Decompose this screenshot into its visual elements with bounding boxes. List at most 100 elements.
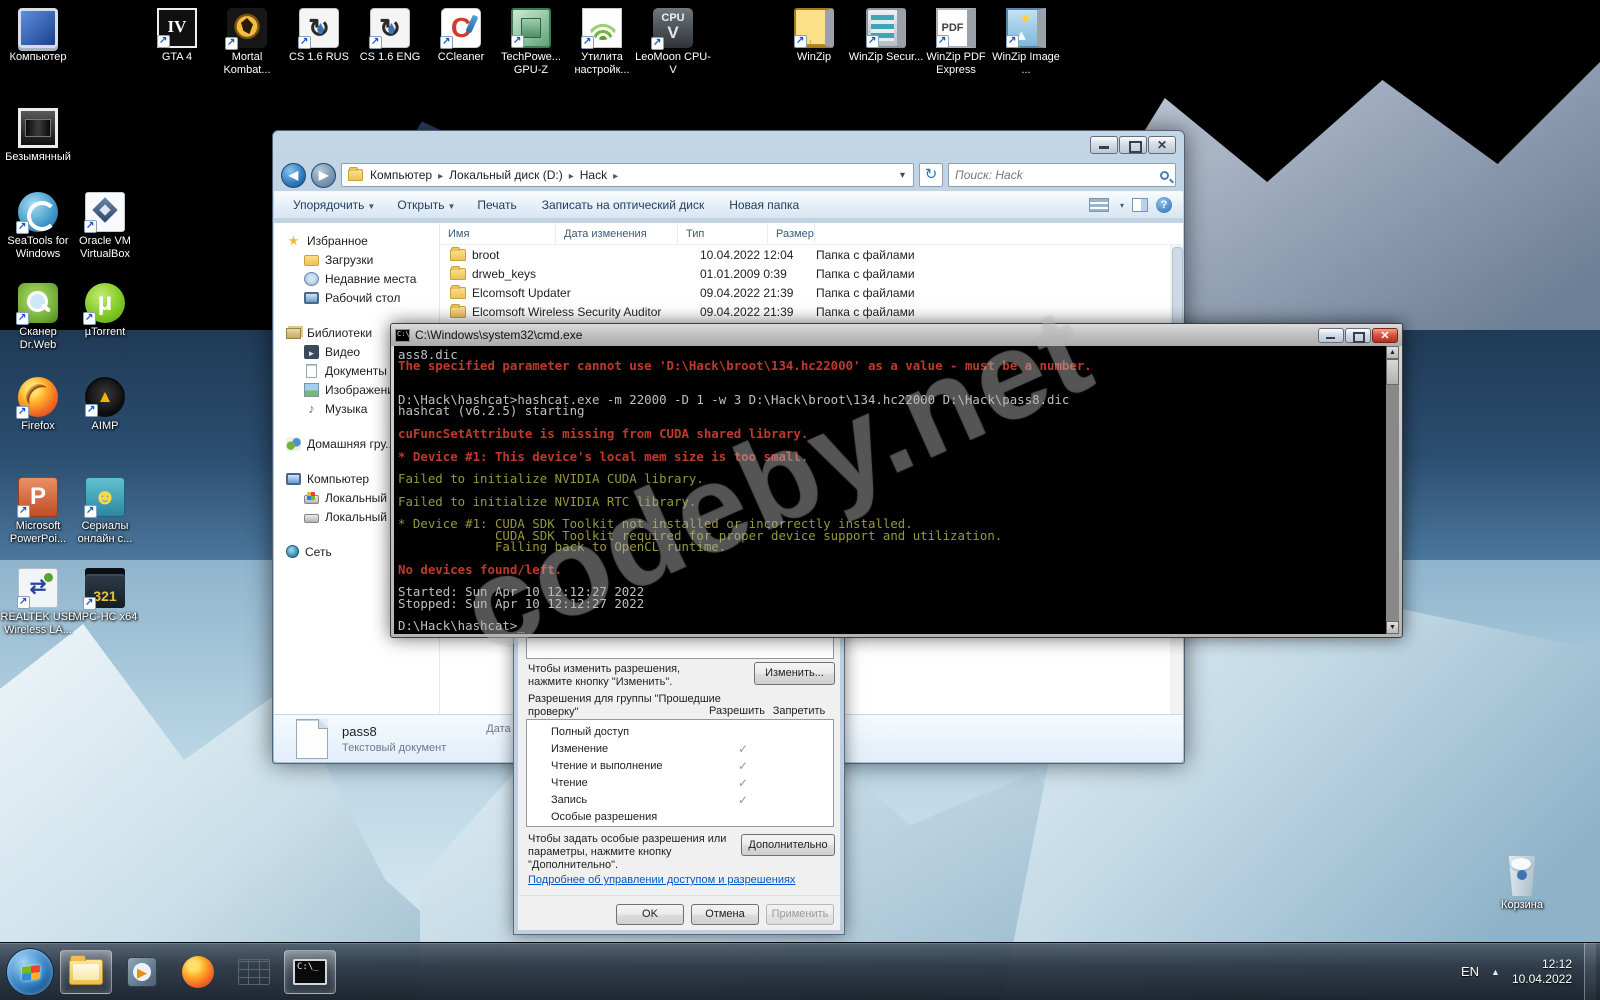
maximize-button[interactable] (1345, 327, 1371, 343)
desktop-icon[interactable]: WinZip PDF Express (918, 8, 994, 77)
back-button[interactable] (281, 162, 306, 188)
toolbar-button[interactable]: Печать (468, 195, 528, 215)
desktop-icon-label: AIMP (91, 420, 119, 432)
taskbar-explorer-button[interactable] (60, 949, 112, 994)
desktop-icon[interactable]: CCleaner (423, 8, 499, 64)
sidebar-item[interactable]: Избранное (274, 231, 439, 250)
cmd-titlebar[interactable]: C:\Windows\system32\cmd.exe (391, 324, 1402, 346)
file-row[interactable]: Elcomsoft Wireless Security Auditor 09.0… (440, 302, 1183, 321)
desktop-icon[interactable]: Безымянный (0, 108, 76, 164)
console-scrollbar[interactable]: ▲ ▼ (1386, 346, 1399, 634)
toolbar-button[interactable]: Новая папка (720, 195, 811, 215)
breadcrumb-item[interactable]: Локальный диск (D:) (446, 168, 577, 182)
hidden-icons-arrow[interactable]: ▲ (1491, 967, 1500, 977)
desktop-icon[interactable]: Microsoft PowerPoi... (0, 477, 76, 546)
file-row[interactable]: drweb_keys 01.01.2009 0:39 Папка с файла… (440, 264, 1183, 283)
column-header[interactable]: Тип (678, 223, 768, 245)
explorer-titlebar[interactable] (273, 131, 1184, 159)
desktop-icon[interactable]: Mortal Kombat... (209, 8, 285, 77)
desktop-icon[interactable]: CS 1.6 RUS (281, 8, 357, 64)
file-row[interactable]: broot 10.04.2022 12:04 Папка с файлами (440, 245, 1183, 264)
scrollbar-thumb[interactable] (1386, 359, 1399, 385)
sidebar-item[interactable]: Загрузки (274, 250, 439, 269)
refresh-icon[interactable]: ↻ (919, 163, 943, 187)
desktop-icon[interactable]: Утилита настройк... (564, 8, 640, 77)
views-icon[interactable] (1088, 198, 1109, 212)
desktop-icon[interactable]: REALTEK USB Wireless LA... (0, 568, 76, 637)
toolbar-button[interactable]: Записать на оптический диск (533, 195, 717, 215)
desktop-icon[interactable]: µTorrent (67, 283, 143, 339)
minimize-button[interactable] (1090, 136, 1118, 154)
desktop-icon-label: Компьютер (9, 51, 67, 63)
sidebar-item-icon (304, 402, 319, 416)
change-button[interactable]: Изменить... (754, 662, 835, 685)
column-header[interactable]: Имя (440, 223, 556, 245)
desktop-icon[interactable]: GTA 4 (139, 8, 215, 64)
close-button[interactable] (1148, 136, 1176, 154)
taskbar-cmd-button[interactable] (284, 949, 336, 994)
cancel-button[interactable]: Отмена (691, 904, 759, 925)
allow-checkmark: ✓ (737, 741, 749, 756)
taskbar-media-player-button[interactable] (116, 950, 168, 994)
help-icon[interactable]: ? (1156, 197, 1172, 213)
clock[interactable]: 12:12 10.04.2022 (1512, 957, 1572, 987)
recycle-bin-image (1508, 856, 1536, 896)
maximize-button[interactable] (1119, 136, 1147, 154)
sidebar-item[interactable]: Недавние места (274, 269, 439, 288)
desktop-icon[interactable]: MPC-HC x64 (67, 568, 143, 624)
permission-row[interactable]: Полный доступ (527, 723, 833, 740)
toolbar-button[interactable]: Открыть ▼ (388, 195, 464, 215)
taskbar-bricks-button[interactable] (228, 950, 280, 994)
desktop-icon[interactable]: WinZip Image ... (988, 8, 1064, 77)
desktop-icon-image (936, 8, 976, 48)
desktop-icon[interactable]: CS 1.6 ENG (352, 8, 428, 64)
file-row[interactable]: Elcomsoft Updater 09.04.2022 21:39 Папка… (440, 283, 1183, 302)
desktop-icon[interactable]: WinZip Secur... (848, 8, 924, 64)
desktop-icon-image (440, 8, 481, 49)
taskbar-firefox-button[interactable] (172, 950, 224, 994)
desktop-icon[interactable]: WinZip (776, 8, 852, 64)
desktop-icon[interactable]: Сериалы онлайн с... (67, 477, 143, 546)
scroll-up-icon[interactable]: ▲ (1386, 346, 1399, 359)
permission-row[interactable]: Чтение ✓ (527, 774, 833, 791)
recycle-bin-icon[interactable]: Корзина (1484, 856, 1560, 912)
console-output[interactable]: ass8.dic The specified parameter cannot … (394, 346, 1386, 634)
desktop-icon[interactable]: TechPowe... GPU-Z (493, 8, 569, 77)
advanced-button[interactable]: Дополнительно (741, 834, 835, 856)
toolbar-button[interactable]: Упорядочить ▼ (284, 195, 384, 215)
permission-row[interactable]: Особые разрешения (527, 808, 833, 825)
apply-button[interactable]: Применить (766, 904, 834, 925)
desktop-icon[interactable]: Firefox (0, 377, 76, 433)
views-dropdown-icon[interactable]: ▾ (1117, 201, 1124, 210)
column-header[interactable]: Размер (768, 223, 815, 245)
address-bar[interactable]: Компьютер Локальный диск (D:) Hack ▾ (341, 163, 914, 187)
desktop-icon[interactable]: AIMP (67, 377, 143, 433)
desktop-icon[interactable]: LeoMoon CPU-V (635, 8, 711, 77)
learn-more-link[interactable]: Подробнее об управлении доступом и разре… (528, 874, 795, 886)
desktop-icon[interactable]: Oracle VM VirtualBox (67, 192, 143, 261)
breadcrumb-item[interactable]: Hack (577, 168, 621, 182)
column-header[interactable]: Дата изменения (556, 223, 678, 245)
permission-row[interactable]: Чтение и выполнение ✓ (527, 757, 833, 774)
scroll-down-icon[interactable]: ▼ (1386, 621, 1399, 634)
language-indicator[interactable]: EN (1461, 964, 1479, 979)
close-button[interactable] (1372, 327, 1398, 343)
preview-pane-icon[interactable] (1132, 198, 1148, 212)
permission-row[interactable]: Изменение ✓ (527, 740, 833, 757)
desktop-icon-label: WinZip Secur... (848, 51, 924, 63)
start-button[interactable] (6, 947, 54, 996)
minimize-button[interactable] (1318, 327, 1344, 343)
desktop-icon[interactable]: SeaTools for Windows (0, 192, 76, 261)
shortcut-arrow-icon (581, 36, 594, 49)
address-dropdown-icon[interactable]: ▾ (896, 170, 909, 181)
breadcrumb-item[interactable]: Компьютер (367, 168, 446, 182)
sidebar-item[interactable]: Рабочий стол (274, 288, 439, 307)
folder-icon (450, 265, 466, 280)
desktop-icon[interactable]: Компьютер (0, 8, 76, 64)
ok-button[interactable]: OK (616, 904, 684, 925)
permission-row[interactable]: Запись ✓ (527, 791, 833, 808)
desktop-icon[interactable]: Сканер Dr.Web (0, 283, 76, 352)
forward-button[interactable] (311, 162, 336, 188)
search-box[interactable]: Поиск: Hack (948, 163, 1176, 187)
show-desktop-button[interactable] (1584, 942, 1596, 1000)
